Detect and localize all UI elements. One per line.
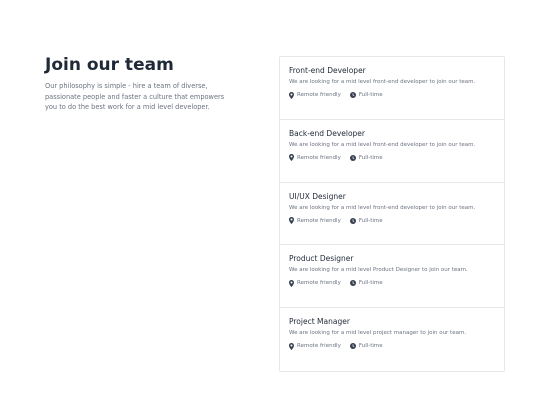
job-list: Front-end Developer We are looking for a… (279, 56, 505, 372)
job-title[interactable]: Project Manager (289, 317, 495, 326)
job-description: We are looking for a mid level project m… (289, 330, 467, 337)
job-type: Full-time (349, 217, 383, 225)
job-type-label: Full-time (358, 343, 383, 350)
job-item-ui-ux-designer[interactable]: UI/UX Designer We are looking for a mid … (280, 183, 504, 246)
job-location: Remote friendly (289, 91, 341, 99)
job-type-label: Full-time (358, 154, 383, 161)
job-type-label: Full-time (358, 280, 383, 287)
intro-section: Join our team Our philosophy is simple -… (45, 55, 230, 113)
job-location-label: Remote friendly (297, 92, 341, 98)
job-location-label: Remote friendly (297, 343, 341, 350)
map-pin-icon (289, 91, 294, 99)
job-location-label: Remote friendly (297, 217, 341, 224)
map-pin-icon (289, 342, 294, 350)
job-description: We are looking for a mid level front-end… (289, 141, 476, 148)
clock-icon (349, 154, 356, 161)
job-type: Full-time (349, 342, 383, 350)
job-location-label: Remote friendly (297, 280, 341, 287)
job-description: We are looking for a mid level front-end… (289, 204, 476, 211)
map-pin-icon (289, 154, 294, 162)
job-item-back-end-developer[interactable]: Back-end Developer We are looking for a … (280, 120, 504, 183)
job-meta: Remote friendly Full-time (289, 342, 495, 350)
job-location-label: Remote friendly (297, 154, 341, 161)
job-type: Full-time (349, 91, 383, 99)
clock-icon (349, 343, 356, 350)
clock-icon (349, 217, 356, 224)
job-item-product-designer[interactable]: Product Designer We are looking for a mi… (280, 245, 504, 309)
job-description: We are looking for a mid level Product D… (289, 267, 468, 274)
job-description: We are looking for a mid level front-end… (289, 79, 476, 85)
map-pin-icon (289, 217, 294, 225)
careers-page: Join our team Our philosophy is simple -… (0, 0, 550, 416)
job-location: Remote friendly (289, 154, 341, 162)
job-title[interactable]: Front-end Developer (289, 66, 495, 75)
job-meta: Remote friendly Full-time (289, 91, 495, 99)
job-meta: Remote friendly Full-time (289, 217, 495, 225)
job-title[interactable]: Back-end Developer (289, 129, 495, 138)
job-title[interactable]: UI/UX Designer (289, 192, 495, 201)
page-title: Join our team (45, 55, 174, 75)
job-item-project-manager[interactable]: Project Manager We are looking for a mid… (280, 308, 504, 371)
job-title[interactable]: Product Designer (289, 254, 495, 263)
job-item-front-end-developer[interactable]: Front-end Developer We are looking for a… (280, 57, 504, 120)
map-pin-icon (289, 279, 294, 287)
job-type: Full-time (349, 279, 383, 287)
job-type: Full-time (349, 154, 383, 162)
job-type-label: Full-time (358, 217, 383, 224)
job-location: Remote friendly (289, 342, 341, 350)
job-location: Remote friendly (289, 217, 341, 225)
job-meta: Remote friendly Full-time (289, 279, 495, 287)
clock-icon (349, 92, 356, 98)
intro-text: Our philosophy is simple - hire a team o… (45, 82, 225, 111)
job-location: Remote friendly (289, 279, 341, 287)
job-type-label: Full-time (358, 92, 383, 98)
clock-icon (349, 280, 356, 287)
job-meta: Remote friendly Full-time (289, 154, 495, 162)
